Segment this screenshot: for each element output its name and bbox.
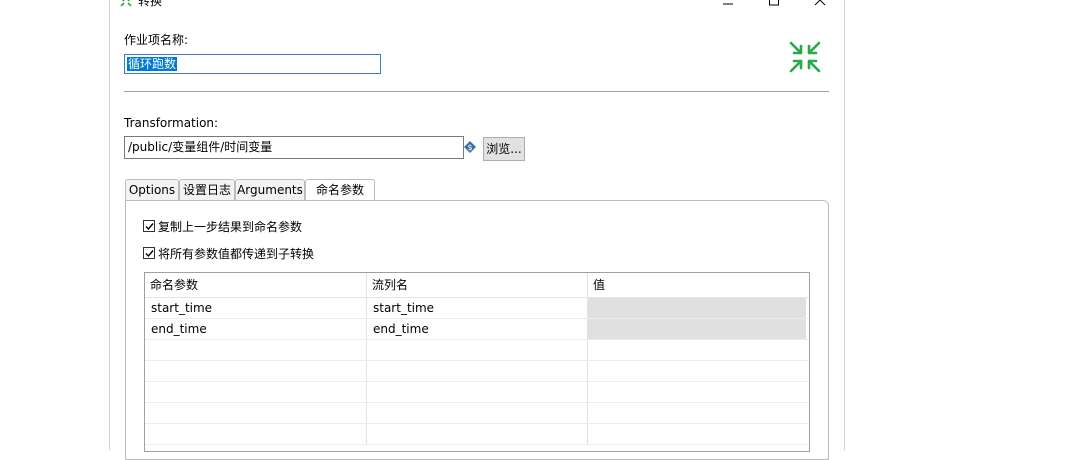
close-button[interactable] (797, 0, 843, 8)
transformation-dialog: 转换 作业项名称: 循环跑数 Transformation: /public/变… (109, 0, 845, 460)
minimize-icon (723, 3, 733, 5)
named-params-table[interactable]: 命名参数 流列名 值 start_time start_time end_tim… (144, 272, 810, 452)
maximize-icon (769, 0, 779, 6)
table-row[interactable]: start_time start_time (145, 298, 809, 319)
empty-cell[interactable] (588, 382, 806, 402)
empty-cell[interactable] (588, 424, 806, 444)
copy-results-checkbox[interactable] (143, 220, 155, 232)
value-cell[interactable] (588, 298, 806, 318)
empty-cell[interactable] (367, 382, 588, 402)
window-title: 转换 (138, 0, 163, 8)
stream-column-cell[interactable]: end_time (367, 319, 588, 339)
table-row-empty[interactable] (145, 424, 809, 445)
job-name-value: 循环跑数 (127, 57, 178, 71)
transformation-path-input[interactable]: /public/变量组件/时间变量 (124, 136, 464, 159)
title-bar: 转换 (110, 0, 844, 8)
compress-arrows-icon (789, 41, 821, 73)
table-header: 命名参数 流列名 值 (145, 273, 809, 298)
browse-button[interactable]: 浏览... (483, 137, 525, 161)
copy-results-label: 复制上一步结果到命名参数 (158, 220, 303, 234)
empty-cell[interactable] (588, 403, 806, 423)
tab-logging[interactable]: 设置日志 (179, 179, 235, 200)
job-name-input[interactable]: 循环跑数 (124, 54, 381, 74)
empty-cell[interactable] (367, 340, 588, 360)
minimize-button[interactable] (705, 0, 751, 8)
maximize-button[interactable] (751, 0, 797, 8)
kettle-transform-icon (120, 0, 132, 7)
column-header-stream-column[interactable]: 流列名 (367, 273, 588, 297)
separator (124, 91, 829, 92)
pass-all-checkbox[interactable] (143, 247, 155, 259)
empty-cell[interactable] (145, 403, 367, 423)
close-icon (814, 0, 826, 6)
empty-cell[interactable] (145, 424, 367, 444)
svg-text:$: $ (467, 143, 472, 152)
pass-all-label: 将所有参数值都传递到子转换 (158, 247, 315, 261)
tab-arguments[interactable]: Arguments (235, 179, 305, 200)
table-row-empty[interactable] (145, 361, 809, 382)
empty-cell[interactable] (145, 361, 367, 381)
column-header-param-name[interactable]: 命名参数 (145, 273, 367, 297)
value-cell[interactable] (588, 319, 806, 339)
job-name-label: 作业项名称: (124, 33, 189, 47)
empty-cell[interactable] (367, 424, 588, 444)
empty-cell[interactable] (145, 382, 367, 402)
empty-cell[interactable] (588, 340, 806, 360)
param-name-cell[interactable]: start_time (145, 298, 367, 318)
empty-cell[interactable] (367, 361, 588, 381)
empty-cell[interactable] (588, 361, 806, 381)
variable-diamond-icon[interactable]: $ (464, 141, 476, 153)
table-row[interactable]: end_time end_time (145, 319, 809, 340)
stream-column-cell[interactable]: start_time (367, 298, 588, 318)
empty-cell[interactable] (367, 403, 588, 423)
column-header-value[interactable]: 值 (588, 273, 806, 297)
checkmark-icon (145, 250, 154, 258)
tab-named-params[interactable]: 命名参数 (305, 179, 375, 201)
table-row-empty[interactable] (145, 382, 809, 403)
transformation-label: Transformation: (124, 116, 219, 130)
empty-cell[interactable] (145, 340, 367, 360)
table-row-empty[interactable] (145, 403, 809, 424)
tab-options[interactable]: Options (125, 179, 179, 200)
param-name-cell[interactable]: end_time (145, 319, 367, 339)
table-row-empty[interactable] (145, 340, 809, 361)
checkmark-icon (145, 223, 154, 231)
